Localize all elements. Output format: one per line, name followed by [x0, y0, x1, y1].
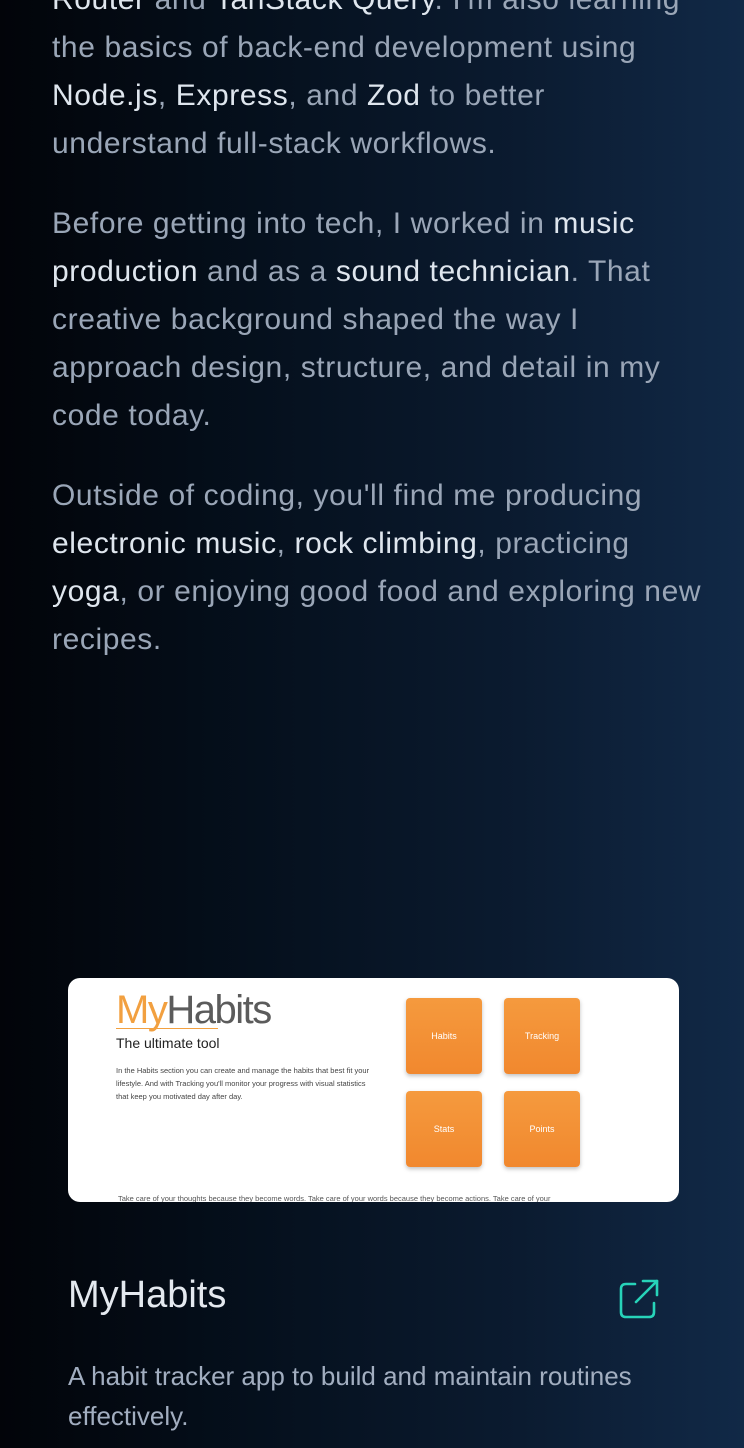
- preview-quote: Take care of your thoughts because they …: [118, 1194, 551, 1202]
- external-link-icon: [619, 1279, 659, 1319]
- logo-habits: Habits: [166, 988, 272, 1032]
- tile-stats: Stats: [406, 1091, 482, 1167]
- highlight-rock-climbing: rock climbing: [294, 527, 478, 560]
- about-text: Outside of coding, you'll find me produc…: [52, 479, 643, 512]
- about-text: , or enjoying good food and exploring ne…: [52, 575, 702, 656]
- about-text: ,: [157, 79, 176, 112]
- highlight-tanstack-query: TanStack Query: [215, 0, 435, 16]
- project-description: A habit tracker app to build and maintai…: [68, 1361, 632, 1431]
- myhabits-logo: MyHabits: [116, 986, 272, 1034]
- project-preview-image[interactable]: MyHabits The ultimate tool In the Habits…: [68, 978, 679, 1202]
- tile-tracking: Tracking: [504, 998, 580, 1074]
- about-paragraph-stack: Router and TanStack Query. I'm also lear…: [52, 0, 702, 168]
- highlight-electronic-music: electronic music: [52, 527, 277, 560]
- about-text: , practicing: [477, 527, 630, 560]
- about-section: Router and TanStack Query. I'm also lear…: [52, 0, 702, 696]
- about-paragraph-hobbies: Outside of coding, you'll find me produc…: [52, 472, 702, 664]
- preview-tagline: The ultimate tool: [116, 1035, 220, 1051]
- highlight-react-router: Router: [52, 0, 146, 16]
- logo-my: My: [116, 988, 168, 1032]
- preview-description: In the Habits section you can create and…: [116, 1066, 370, 1101]
- about-text: and: [146, 0, 215, 16]
- logo-underline: [116, 1028, 218, 1029]
- highlight-nodejs: Node.js: [52, 79, 158, 112]
- external-link-button[interactable]: [616, 1276, 662, 1322]
- highlight-zod: Zod: [367, 79, 421, 112]
- highlight-sound-technician: sound technician: [335, 255, 571, 288]
- about-text: ,: [276, 527, 295, 560]
- tile-habits: Habits: [406, 998, 482, 1074]
- about-text: , and: [288, 79, 368, 112]
- highlight-express: Express: [175, 79, 289, 112]
- highlight-yoga: yoga: [52, 575, 120, 608]
- tile-points: Points: [504, 1091, 580, 1167]
- project-title: MyHabits: [68, 1274, 227, 1316]
- about-text: and as a: [198, 255, 336, 288]
- about-text: Before getting into tech, I worked in: [52, 207, 554, 240]
- about-paragraph-background: Before getting into tech, I worked in mu…: [52, 200, 702, 440]
